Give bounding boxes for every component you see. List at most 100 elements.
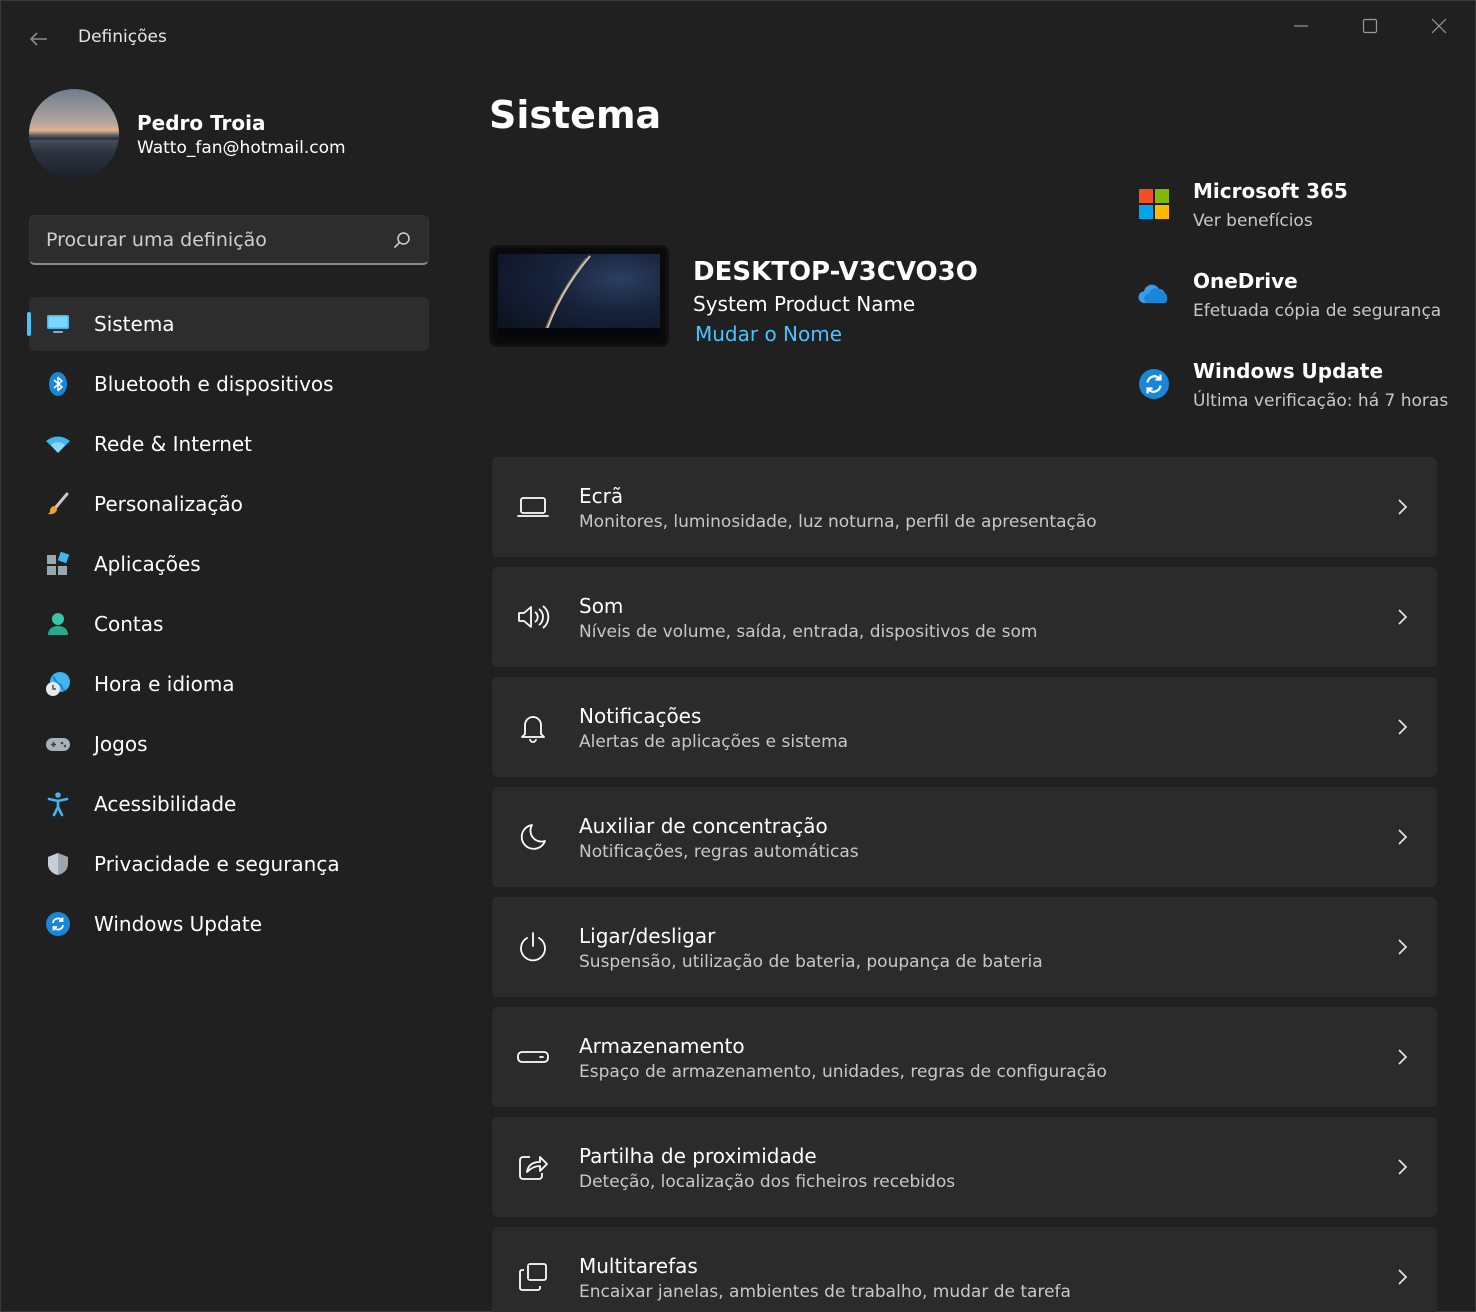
card-title: Ligar/desligar (579, 924, 716, 948)
sidebar-item-label: Sistema (94, 312, 175, 336)
microsoft-365-link[interactable]: Microsoft 365 Ver benefícios (1137, 179, 1457, 243)
chevron-right-icon (1395, 717, 1409, 737)
quick-link-subtitle: Efetuada cópia de segurança (1193, 301, 1442, 321)
user-name: Pedro Troia (137, 111, 266, 135)
globe-clock-icon (45, 671, 71, 697)
search-input[interactable]: Procurar uma definição (29, 215, 429, 265)
brush-icon (45, 491, 71, 517)
sidebar-item-aplicacoes[interactable]: Aplicações (29, 537, 429, 591)
maximize-button[interactable] (1342, 9, 1398, 43)
apps-icon (45, 551, 71, 577)
quick-link-subtitle: Ver benefícios (1193, 211, 1313, 231)
chevron-right-icon (1395, 1267, 1409, 1287)
settings-window: Definições Pedro Troia Watto_fan@hotmail… (0, 0, 1476, 1312)
windows-update-link[interactable]: Windows Update Última verificação: há 7 … (1137, 359, 1457, 423)
search-icon[interactable] (392, 230, 412, 250)
sidebar-item-label: Bluetooth e dispositivos (94, 372, 334, 396)
speaker-icon (516, 600, 550, 634)
chevron-right-icon (1395, 827, 1409, 847)
sidebar-item-label: Aplicações (94, 552, 201, 576)
minimize-button[interactable] (1273, 9, 1329, 43)
chevron-right-icon (1395, 497, 1409, 517)
sidebar-item-privacidade[interactable]: Privacidade e segurança (29, 837, 429, 891)
sidebar-item-rede[interactable]: Rede & Internet (29, 417, 429, 471)
moon-icon (516, 820, 550, 854)
card-title: Partilha de proximidade (579, 1144, 817, 1168)
quick-link-title: Microsoft 365 (1193, 179, 1348, 203)
card-title: Notificações (579, 704, 702, 728)
bell-icon (516, 710, 550, 744)
device-model: System Product Name (693, 292, 916, 316)
sidebar-item-acessibilidade[interactable]: Acessibilidade (29, 777, 429, 831)
back-arrow-icon[interactable] (25, 25, 53, 53)
sidebar-item-bluetooth[interactable]: Bluetooth e dispositivos (29, 357, 429, 411)
sidebar-item-label: Hora e idioma (94, 672, 235, 696)
page-title: Sistema (489, 93, 662, 137)
onedrive-cloud-icon (1137, 277, 1171, 311)
sidebar-item-label: Acessibilidade (94, 792, 237, 816)
sidebar-item-label: Jogos (94, 732, 148, 756)
chevron-right-icon (1395, 1047, 1409, 1067)
card-som[interactable]: Som Níveis de volume, saída, entrada, di… (492, 567, 1437, 667)
card-title: Auxiliar de concentração (579, 814, 828, 838)
share-icon (516, 1150, 550, 1184)
storage-icon (516, 1040, 550, 1074)
card-multitarefas[interactable]: Multitarefas Encaixar janelas, ambientes… (492, 1227, 1437, 1312)
window-title: Definições (78, 27, 167, 47)
card-subtitle: Alertas de aplicações e sistema (579, 732, 849, 752)
title-bar: Definições (1, 1, 1475, 75)
chevron-right-icon (1395, 607, 1409, 627)
rename-device-link[interactable]: Mudar o Nome (695, 322, 842, 346)
card-title: Som (579, 594, 624, 618)
card-subtitle: Suspensão, utilização de bateria, poupan… (579, 952, 1043, 972)
accessibility-icon (45, 791, 71, 817)
card-auxiliar-concentracao[interactable]: Auxiliar de concentração Notificações, r… (492, 787, 1437, 887)
sidebar-item-label: Contas (94, 612, 164, 636)
close-button[interactable] (1411, 9, 1467, 43)
card-title: Multitarefas (579, 1254, 698, 1278)
search-placeholder: Procurar uma definição (46, 229, 267, 251)
card-notificacoes[interactable]: Notificações Alertas de aplicações e sis… (492, 677, 1437, 777)
avatar[interactable] (29, 89, 119, 179)
settings-list: Ecrã Monitores, luminosidade, luz noturn… (492, 457, 1437, 1312)
user-email: Watto_fan@hotmail.com (137, 138, 346, 158)
card-subtitle: Níveis de volume, saída, entrada, dispos… (579, 622, 1038, 642)
card-title: Ecrã (579, 484, 624, 508)
sidebar-item-sistema[interactable]: Sistema (27, 297, 429, 351)
card-subtitle: Espaço de armazenamento, unidades, regra… (579, 1062, 1107, 1082)
sidebar-item-windows-update[interactable]: Windows Update (29, 897, 429, 951)
quick-link-title: Windows Update (1193, 359, 1384, 383)
card-title: Armazenamento (579, 1034, 745, 1058)
quick-link-title: OneDrive (1193, 269, 1298, 293)
device-wallpaper-thumbnail (489, 245, 669, 347)
sidebar-item-label: Personalização (94, 492, 243, 516)
sidebar-item-personalizacao[interactable]: Personalização (29, 477, 429, 531)
update-icon (45, 911, 71, 937)
onedrive-link[interactable]: OneDrive Efetuada cópia de segurança (1137, 269, 1457, 333)
sidebar-item-label: Privacidade e segurança (94, 852, 340, 876)
person-icon (45, 611, 71, 637)
card-subtitle: Deteção, localização dos ficheiros receb… (579, 1172, 956, 1192)
gamepad-icon (45, 731, 71, 757)
laptop-icon (516, 490, 550, 524)
monitor-icon (45, 311, 71, 337)
card-ecra[interactable]: Ecrã Monitores, luminosidade, luz noturn… (492, 457, 1437, 557)
power-icon (516, 930, 550, 964)
bluetooth-icon (45, 371, 71, 397)
sidebar-item-label: Rede & Internet (94, 432, 253, 456)
card-ligar-desligar[interactable]: Ligar/desligar Suspensão, utilização de … (492, 897, 1437, 997)
sidebar-item-jogos[interactable]: Jogos (29, 717, 429, 771)
update-icon (1137, 367, 1171, 401)
microsoft-logo-icon (1137, 187, 1171, 221)
sidebar-nav: Sistema Bluetooth e dispositivos Rede & … (27, 297, 429, 957)
sidebar-item-contas[interactable]: Contas (29, 597, 429, 651)
card-partilha-proximidade[interactable]: Partilha de proximidade Deteção, localiz… (492, 1117, 1437, 1217)
card-armazenamento[interactable]: Armazenamento Espaço de armazenamento, u… (492, 1007, 1437, 1107)
device-name: DESKTOP-V3CVO3O (693, 257, 978, 287)
sidebar-item-label: Windows Update (94, 912, 263, 936)
chevron-right-icon (1395, 937, 1409, 957)
card-subtitle: Encaixar janelas, ambientes de trabalho,… (579, 1282, 1071, 1302)
chevron-right-icon (1395, 1157, 1409, 1177)
sidebar-item-hora-idioma[interactable]: Hora e idioma (29, 657, 429, 711)
quick-link-subtitle: Última verificação: há 7 horas (1193, 391, 1449, 411)
